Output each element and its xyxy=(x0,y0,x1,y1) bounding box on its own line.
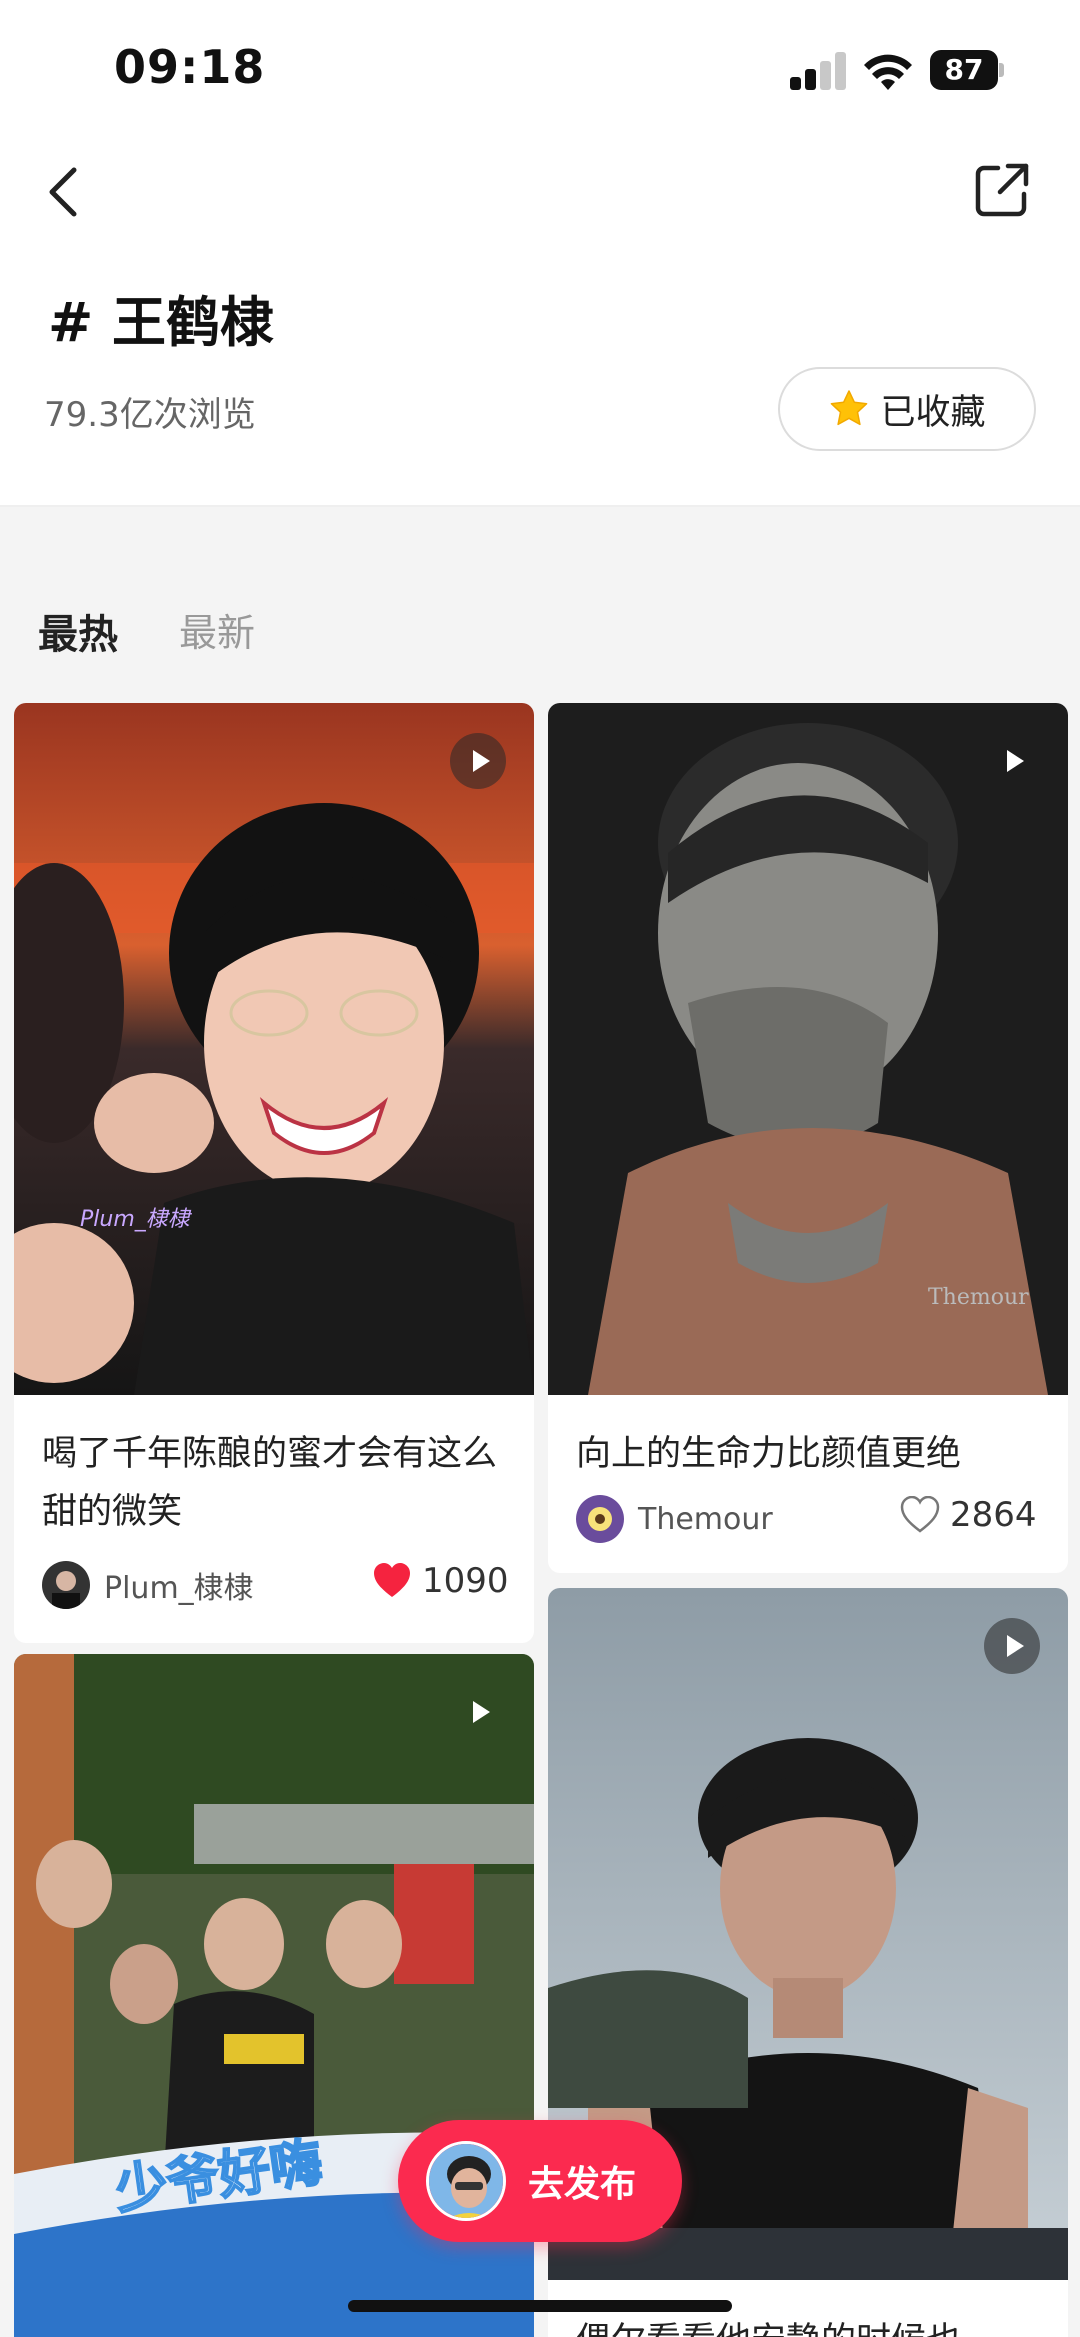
status-bar: 09:18 87 xyxy=(0,0,1080,140)
tab-hot[interactable]: 最热 xyxy=(38,602,118,660)
author[interactable]: Themour xyxy=(576,1495,773,1543)
share-external-icon[interactable] xyxy=(972,160,1032,220)
sort-tabs: 最热 最新 xyxy=(0,507,1080,687)
battery-level: 87 xyxy=(930,50,998,90)
favorite-label: 已收藏 xyxy=(880,392,986,433)
publish-button[interactable]: 去发布 xyxy=(398,2120,682,2242)
video-thumbnail[interactable]: Themour xyxy=(548,703,1068,1395)
video-thumbnail[interactable]: Plum_棣棣 xyxy=(14,703,534,1395)
topic-title: # 王鹤棣 xyxy=(48,291,275,354)
header-area: 09:18 87 # 王鹤棣 79.3亿次浏览 已收藏 xyxy=(0,0,1080,505)
card-title: 偶尔看看他安静的时候也 xyxy=(576,2312,1046,2337)
avatar xyxy=(426,2141,506,2221)
feed-card[interactable]: Plum_棣棣 喝了千年陈酿的蜜才会有这么甜的微笑 Plum_棣棣 1090 xyxy=(14,703,534,1643)
watermark: Plum_棣棣 xyxy=(80,1207,190,1232)
play-icon xyxy=(984,1618,1040,1674)
publish-label: 去发布 xyxy=(528,2164,637,2205)
tab-latest[interactable]: 最新 xyxy=(179,602,255,657)
author-name: Plum_棣棣 xyxy=(104,1571,254,1606)
status-time: 09:18 xyxy=(114,40,266,94)
play-icon xyxy=(450,733,506,789)
watermark: Themour xyxy=(928,1285,1029,1310)
heart-filled-icon xyxy=(374,1563,410,1597)
avatar xyxy=(42,1561,90,1609)
card-title: 向上的生命力比颜值更绝 xyxy=(576,1434,962,1474)
avatar xyxy=(576,1495,624,1543)
like-button[interactable]: 1090 xyxy=(372,1561,509,1601)
like-count: 2864 xyxy=(950,1495,1037,1535)
star-icon xyxy=(831,390,868,426)
view-count: 79.3亿次浏览 xyxy=(44,395,256,435)
author-name: Themour xyxy=(638,1501,773,1537)
play-icon xyxy=(450,1684,506,1740)
battery-icon: 87 xyxy=(930,50,1004,90)
cellular-signal-icon xyxy=(790,52,846,90)
like-button[interactable]: 2864 xyxy=(900,1495,1037,1535)
like-count: 1090 xyxy=(422,1561,509,1601)
favorite-button[interactable]: 已收藏 xyxy=(778,367,1036,451)
card-title: 喝了千年陈酿的蜜才会有这么甜的微笑 xyxy=(42,1434,498,1532)
chevron-left-icon[interactable] xyxy=(40,160,90,224)
feed-card[interactable]: Themour 向上的生命力比颜值更绝 Themour 2864 xyxy=(548,703,1068,1573)
wifi-icon xyxy=(864,54,912,90)
home-indicator xyxy=(348,2300,732,2312)
author[interactable]: Plum_棣棣 xyxy=(42,1561,254,1609)
heart-outline-icon xyxy=(900,1496,940,1533)
play-icon xyxy=(984,733,1040,789)
